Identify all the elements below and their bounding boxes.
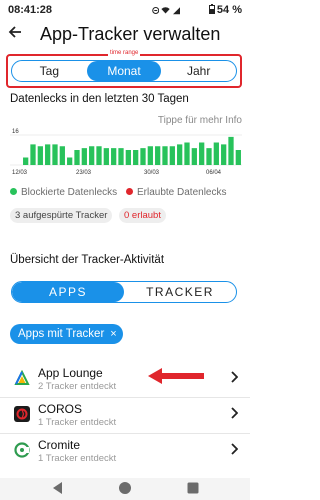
tab-tracker[interactable]: TRACKER bbox=[124, 282, 236, 302]
filter-chip-label: Apps mit Tracker bbox=[18, 328, 105, 340]
legend-blocked: Blockierte Datenlecks bbox=[10, 187, 117, 198]
chart-y-max-label: 16 bbox=[12, 129, 19, 135]
annotation-arrow bbox=[148, 368, 204, 384]
chart-bar[interactable] bbox=[37, 146, 43, 165]
battery-level: 54 % bbox=[208, 4, 242, 16]
signal-icon bbox=[172, 6, 181, 14]
arrow-left-icon[interactable] bbox=[8, 24, 22, 42]
tracked-count-chip: 3 aufgespürte Tracker bbox=[10, 208, 113, 223]
chart-bar[interactable] bbox=[228, 136, 234, 166]
chart-bar[interactable] bbox=[140, 148, 146, 166]
nav-home-icon[interactable] bbox=[118, 480, 132, 496]
legend-blocked-label: Blockierte Datenlecks bbox=[21, 187, 118, 198]
chart-bar[interactable] bbox=[30, 144, 36, 166]
page-title: App-Tracker verwalten bbox=[40, 24, 221, 44]
wifi-icon bbox=[161, 6, 171, 14]
legend-allowed-dot bbox=[126, 188, 133, 195]
legend-allowed-label: Erlaubte Datenlecks bbox=[137, 187, 227, 198]
app-bar: App-Tracker verwalten bbox=[0, 22, 250, 48]
status-icons bbox=[152, 4, 181, 16]
close-icon[interactable]: × bbox=[110, 328, 116, 340]
chart-bar[interactable] bbox=[169, 146, 175, 165]
annotation-label: time range bbox=[108, 50, 141, 56]
chart-bar[interactable] bbox=[147, 146, 153, 165]
chart-x-tick-label: 30/03 bbox=[144, 170, 160, 176]
overview-title: Übersicht der Tracker-Aktivität bbox=[10, 254, 165, 266]
list-divider bbox=[0, 433, 250, 434]
chart-bar[interactable] bbox=[213, 142, 219, 166]
battery-icon bbox=[208, 4, 215, 14]
filter-chip-apps-with-tracker[interactable]: Apps mit Tracker × bbox=[10, 324, 123, 344]
chart-bar[interactable] bbox=[206, 148, 212, 166]
chart-bar[interactable] bbox=[89, 146, 95, 165]
chevron-right-icon bbox=[230, 370, 239, 386]
nav-back-icon[interactable] bbox=[50, 480, 64, 496]
chart-bar[interactable] bbox=[133, 150, 139, 165]
nav-recents-icon[interactable] bbox=[186, 480, 200, 496]
chart-bar[interactable] bbox=[52, 144, 58, 166]
chart-x-tick-label: 12/03 bbox=[12, 170, 28, 176]
app-name: COROS bbox=[38, 402, 83, 416]
leaks-title: Datenlecks in den letzten 30 Tagen bbox=[10, 93, 189, 105]
app-name: App Lounge bbox=[38, 366, 103, 380]
app-lounge-icon bbox=[14, 370, 30, 385]
overview-tabs: APPS TRACKER bbox=[11, 281, 237, 303]
chart-bar[interactable] bbox=[118, 148, 124, 166]
chart-x-tick-label: 23/03 bbox=[76, 170, 92, 176]
status-bar: 08:41:28 54 % bbox=[0, 0, 250, 20]
battery-text: 54 % bbox=[216, 4, 242, 16]
chart-bar[interactable] bbox=[184, 142, 190, 166]
app-name: Cromite bbox=[38, 438, 81, 452]
allowed-count-chip: 0 erlaubt bbox=[119, 208, 166, 223]
chart-bar[interactable] bbox=[67, 157, 73, 166]
app-tracker-count: 2 Tracker entdeckt bbox=[38, 381, 117, 392]
chart-bar[interactable] bbox=[23, 157, 29, 166]
chart-bar[interactable] bbox=[155, 146, 161, 165]
list-item-coros[interactable]: COROS 1 Tracker entdeckt bbox=[0, 400, 250, 432]
chart-bar[interactable] bbox=[96, 146, 102, 165]
tap-info-hint[interactable]: Tippe für mehr Info bbox=[158, 115, 242, 126]
chart-bar[interactable] bbox=[74, 150, 80, 165]
coros-icon bbox=[14, 406, 30, 422]
chart-bar[interactable] bbox=[162, 146, 168, 165]
chevron-right-icon bbox=[230, 406, 239, 422]
leaks-chart[interactable]: 16 12/03 23/03 30/03 06/04 bbox=[10, 127, 242, 177]
dnd-icon bbox=[152, 6, 160, 14]
system-nav-bar bbox=[0, 478, 250, 500]
legend-allowed: Erlaubte Datenlecks bbox=[126, 187, 227, 198]
list-item-cromite[interactable]: Cromite 1 Tracker entdeckt bbox=[0, 436, 250, 468]
cromite-icon bbox=[14, 442, 30, 458]
chart-bar[interactable] bbox=[221, 144, 227, 166]
status-time: 08:41:28 bbox=[8, 4, 53, 16]
chart-bar[interactable] bbox=[199, 142, 205, 166]
tab-apps[interactable]: APPS bbox=[12, 282, 124, 302]
chart-bar[interactable] bbox=[45, 144, 51, 166]
chart-legend: Blockierte Datenlecks Erlaubte Datenleck… bbox=[10, 187, 242, 201]
chart-bar[interactable] bbox=[81, 148, 87, 166]
chart-bar[interactable] bbox=[103, 148, 109, 166]
legend-blocked-dot bbox=[10, 188, 17, 195]
chart-bar[interactable] bbox=[125, 150, 131, 165]
chart-x-tick-label: 06/04 bbox=[206, 170, 222, 176]
annotation-box bbox=[6, 54, 242, 88]
chart-bar[interactable] bbox=[111, 148, 117, 166]
list-divider bbox=[0, 397, 250, 398]
chart-bar[interactable] bbox=[191, 148, 197, 166]
chart-bar[interactable] bbox=[177, 144, 183, 166]
chart-bar[interactable] bbox=[235, 150, 241, 165]
list-item-app-lounge[interactable]: App Lounge 2 Tracker entdeckt bbox=[0, 364, 250, 396]
chevron-right-icon bbox=[230, 442, 239, 458]
chart-bar[interactable] bbox=[59, 146, 65, 165]
app-tracker-count: 1 Tracker entdeckt bbox=[38, 453, 117, 464]
app-tracker-count: 1 Tracker entdeckt bbox=[38, 417, 117, 428]
